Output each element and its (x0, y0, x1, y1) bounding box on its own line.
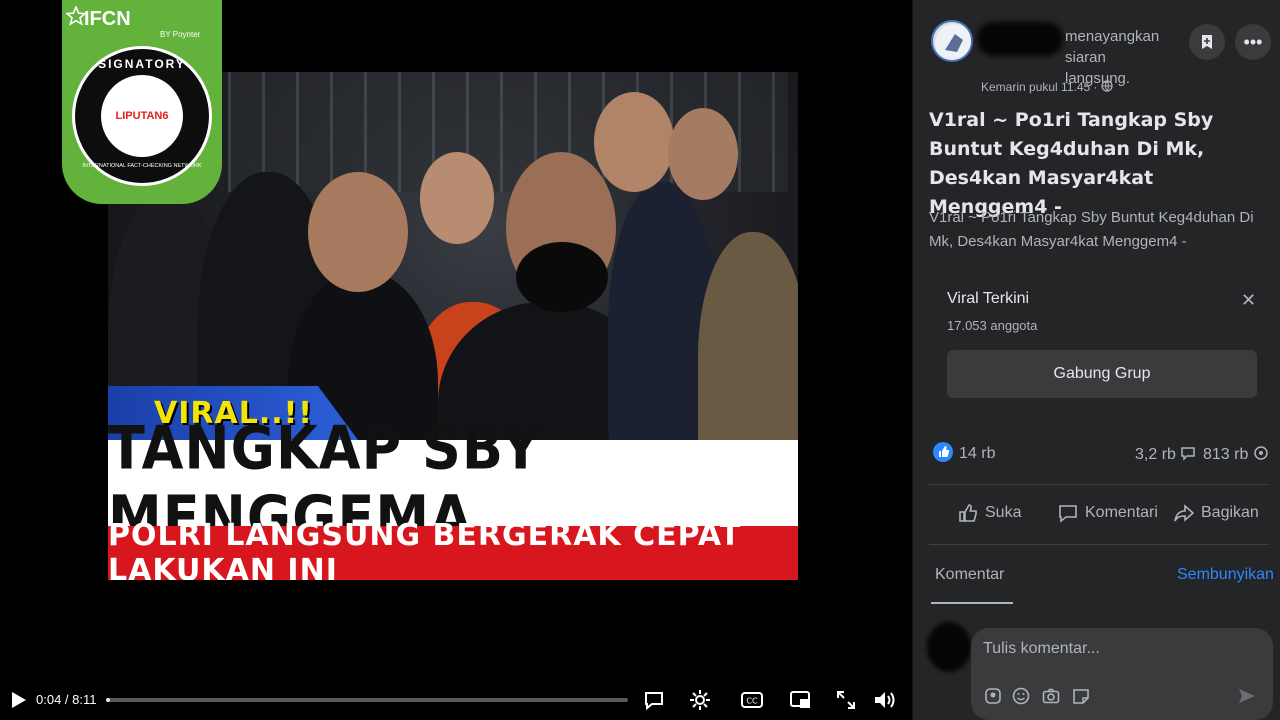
post-title: V1ral ~ Po1ri Tangkap Sby Buntut Keg4duh… (929, 109, 1214, 218)
signatory-text: SIGNATORY (98, 57, 186, 71)
post-panel: menayangkan siaran langsung. Kemarin puk… (912, 0, 1280, 720)
globe-icon (1101, 80, 1113, 92)
video-controls: 0:04 / 8:11 CC (0, 680, 912, 720)
share-button[interactable]: Bagikan (1173, 502, 1259, 524)
active-tab-indicator (931, 602, 1013, 604)
sticker-icon[interactable] (1071, 686, 1091, 706)
play-icon[interactable] (6, 688, 30, 712)
reaction-summary: 14 rb 3,2 rb 813 rb (931, 440, 1271, 470)
share-arrow-icon (1174, 504, 1195, 522)
ifcn-signatory-badge: IFCN BY Poynter SIGNATORY LIPUTAN6 INTER… (62, 0, 222, 204)
page-avatar[interactable] (931, 20, 973, 62)
headline-banner: TANGKAP SBY MENGGEMA (108, 414, 798, 552)
picture-in-picture-icon[interactable] (788, 688, 812, 712)
liputan6-logo: LIPUTAN6 (101, 75, 183, 157)
crowd-figure (594, 92, 674, 192)
commenter-avatar (927, 622, 971, 672)
svg-text:CC: CC (746, 697, 758, 706)
cc-icon[interactable]: CC (740, 688, 764, 712)
ifcn-network-text: INTERNATIONAL FACT-CHECKING NETWORK (82, 163, 202, 169)
send-icon[interactable] (1237, 686, 1257, 706)
progress-bar[interactable] (106, 698, 628, 702)
join-group-button[interactable]: Gabung Grup (947, 350, 1257, 398)
avatar-image (935, 24, 971, 60)
gear-icon[interactable] (688, 688, 712, 712)
post-timestamp[interactable]: Kemarin pukul 11.45 · (981, 80, 1113, 94)
headline-sub: POLRI LANGSUNG BERGERAK CEPAT LAKUKAN IN… (108, 518, 742, 580)
comment-count[interactable]: 3,2 rb (1135, 445, 1196, 464)
like-reaction-icon[interactable] (933, 442, 953, 462)
post-description: V1ral ~ Po1ri Tangkap Sby Buntut Keg4duh… (929, 209, 1254, 250)
star-icon (66, 6, 86, 26)
share-count[interactable]: 813 rb (1203, 445, 1269, 464)
hide-comments-link[interactable]: Sembunyikan (1177, 566, 1274, 584)
comment-button-label: Komentari (1085, 504, 1158, 521)
save-button[interactable] (1189, 24, 1225, 60)
divider (929, 544, 1269, 545)
group-member-count: 17.053 anggota (947, 318, 1038, 333)
speech-bubble-icon[interactable] (642, 688, 666, 712)
ifcn-title: IFCN (84, 8, 131, 30)
share-button-label: Bagikan (1201, 504, 1259, 521)
post-actions: Suka Komentari Bagikan (931, 496, 1271, 536)
liputan6-logo-text: LIPUTAN6 (115, 110, 169, 122)
crowd-figure (420, 152, 494, 244)
comment-button[interactable]: Komentari (1057, 502, 1158, 524)
comment-count-icon (1181, 447, 1196, 461)
progress-fill (106, 698, 111, 702)
subheadline-banner: POLRI LANGSUNG BERGERAK CEPAT LAKUKAN IN… (108, 518, 798, 580)
crowd-figure (516, 242, 608, 312)
close-icon[interactable]: ✕ (1241, 290, 1256, 311)
like-button-label: Suka (985, 504, 1022, 521)
bookmark-plus-icon (1202, 35, 1212, 49)
fullscreen-icon[interactable] (834, 688, 858, 712)
divider (929, 484, 1269, 485)
redacted-page-name (977, 22, 1063, 56)
camera-icon[interactable] (1041, 686, 1061, 706)
like-button[interactable]: Suka (957, 502, 1021, 524)
tab-comments[interactable]: Komentar (935, 566, 1004, 584)
avatar-sticker-icon[interactable] (983, 686, 1003, 706)
ifcn-by-poynter: BY Poynter (160, 30, 201, 39)
comment-input[interactable] (983, 640, 1253, 658)
like-count[interactable]: 14 rb (959, 445, 995, 463)
thumbs-up-icon (959, 504, 977, 522)
crowd-figure (308, 172, 408, 292)
video-player[interactable]: VIRAL..!! TANGKAP SBY MENGGEMA POLRI LAN… (0, 0, 912, 720)
volume-icon[interactable] (872, 688, 896, 712)
more-dots-icon: ••• (1243, 31, 1263, 52)
comment-composer[interactable] (971, 628, 1273, 720)
crowd-figure (668, 108, 738, 200)
post-timestamp-text: Kemarin pukul 11.45 · (981, 80, 1101, 94)
video-time: 0:04 / 8:11 (36, 692, 97, 707)
share-count-text: 813 rb (1203, 446, 1249, 463)
signatory-seal: SIGNATORY LIPUTAN6 INTERNATIONAL FACT-CH… (72, 46, 212, 186)
group-name[interactable]: Viral Terkini (947, 290, 1029, 308)
group-card: Viral Terkini 17.053 anggota ✕ Gabung Gr… (935, 280, 1265, 412)
emoji-icon[interactable] (1011, 686, 1031, 706)
view-count-icon (1254, 446, 1268, 460)
comment-icon (1059, 505, 1077, 523)
more-options-button[interactable]: ••• (1235, 24, 1271, 60)
comment-count-text: 3,2 rb (1135, 446, 1176, 463)
